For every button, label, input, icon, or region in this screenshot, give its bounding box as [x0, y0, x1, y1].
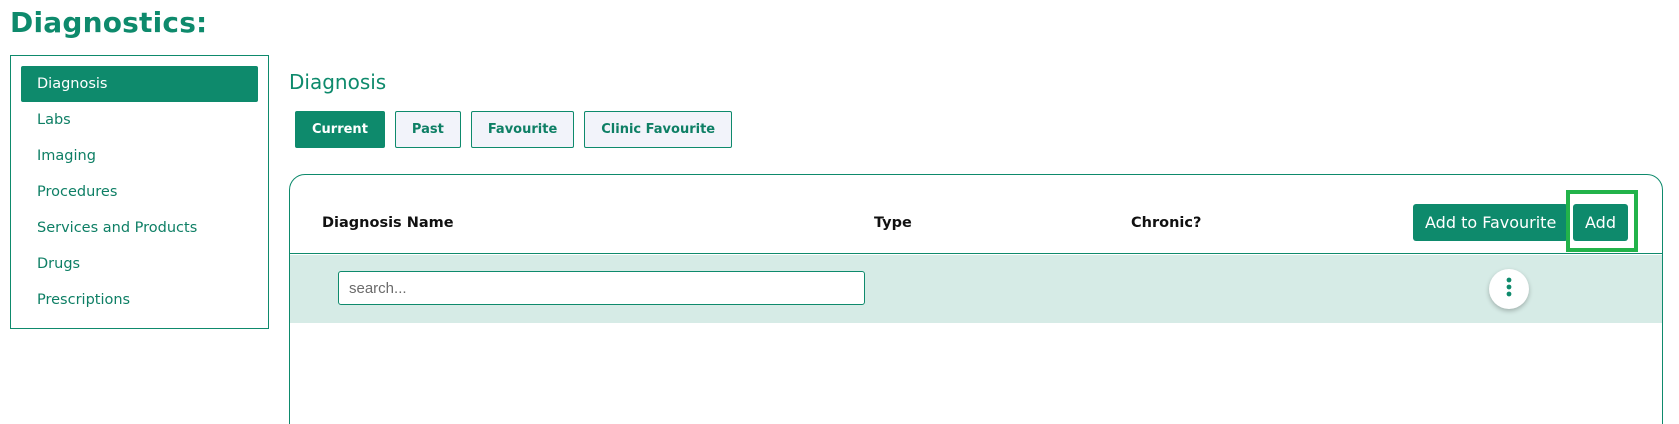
- table-header: Diagnosis Name Type Chronic? Add to Favo…: [290, 175, 1662, 254]
- section-title: Diagnosis: [289, 70, 387, 94]
- column-header-chronic: Chronic?: [1131, 215, 1202, 231]
- sidebar-item-labs[interactable]: Labs: [21, 102, 258, 138]
- tab-clinic-favourite[interactable]: Clinic Favourite: [584, 111, 733, 148]
- row-menu-button[interactable]: [1489, 269, 1529, 309]
- search-input[interactable]: [338, 271, 865, 305]
- filter-row: [290, 255, 1662, 323]
- diagnosis-table-panel: Diagnosis Name Type Chronic? Add to Favo…: [289, 174, 1663, 424]
- sidebar-item-services-and-products[interactable]: Services and Products: [21, 210, 258, 246]
- column-header-diagnosis-name: Diagnosis Name: [322, 215, 454, 231]
- add-button-highlight: [1566, 190, 1638, 252]
- column-header-type: Type: [874, 215, 912, 231]
- tab-past[interactable]: Past: [394, 111, 461, 148]
- sidebar-item-diagnosis[interactable]: Diagnosis: [21, 66, 258, 102]
- tab-favourite[interactable]: Favourite: [470, 111, 575, 148]
- sidebar: Diagnosis Labs Imaging Procedures Servic…: [10, 55, 269, 329]
- sidebar-item-procedures[interactable]: Procedures: [21, 174, 258, 210]
- page-title: Diagnostics:: [10, 6, 208, 39]
- tab-bar: Current Past Favourite Clinic Favourite: [295, 111, 733, 148]
- sidebar-item-prescriptions[interactable]: Prescriptions: [21, 282, 258, 318]
- sidebar-item-drugs[interactable]: Drugs: [21, 246, 258, 282]
- sidebar-item-imaging[interactable]: Imaging: [21, 138, 258, 174]
- add-to-favourite-button[interactable]: Add to Favourite: [1413, 204, 1569, 241]
- more-vertical-icon: [1506, 277, 1512, 302]
- tab-current[interactable]: Current: [295, 111, 385, 148]
